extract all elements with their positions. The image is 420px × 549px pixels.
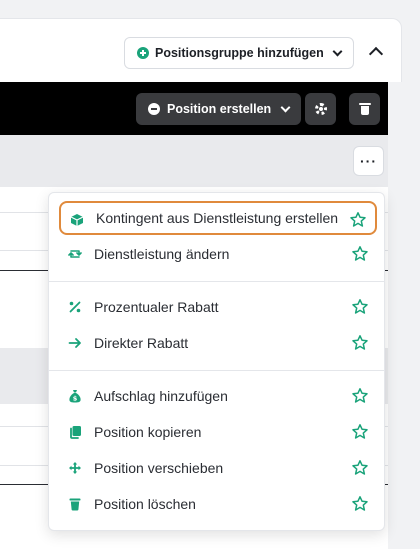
- menu-item-create-contingent[interactable]: Kontingent aus Dienstleistung erstellen: [59, 201, 377, 235]
- position-toolbar: Position erstellen: [0, 82, 388, 135]
- star-icon[interactable]: [351, 459, 369, 477]
- star-icon[interactable]: [351, 298, 369, 316]
- star-icon[interactable]: [351, 245, 369, 263]
- arrow-right-icon: [68, 338, 81, 348]
- menu-item-move-position[interactable]: Position verschieben: [59, 451, 377, 485]
- minus-circle-icon: [148, 103, 160, 115]
- star-icon[interactable]: [351, 495, 369, 513]
- star-icon[interactable]: [349, 211, 367, 229]
- trash-icon: [358, 103, 371, 115]
- menu-item-label: Kontingent aus Dienstleistung erstellen: [96, 210, 339, 226]
- chevron-up-icon: [368, 46, 384, 62]
- delete-button[interactable]: [349, 93, 380, 125]
- star-icon[interactable]: [351, 387, 369, 405]
- menu-item-direct-discount[interactable]: Direkter Rabatt: [59, 326, 377, 360]
- menu-item-delete-position[interactable]: Position löschen: [59, 487, 377, 521]
- money-bag-icon: $: [69, 390, 81, 403]
- add-position-group-label: Positionsgruppe hinzufügen: [155, 46, 324, 60]
- cube-icon: [70, 214, 84, 226]
- plus-circle-icon: [137, 47, 149, 59]
- settings-button[interactable]: [305, 93, 336, 125]
- more-options-button[interactable]: ···: [353, 146, 384, 176]
- position-group-header: Positionsgruppe hinzufügen: [0, 18, 402, 82]
- star-icon[interactable]: [351, 334, 369, 352]
- menu-item-label: Prozentualer Rabatt: [94, 299, 219, 315]
- collapse-button[interactable]: [368, 45, 386, 62]
- copy-icon: [70, 426, 81, 439]
- table-header-row: [0, 135, 388, 187]
- add-position-group-button[interactable]: Positionsgruppe hinzufügen: [124, 37, 354, 69]
- menu-item-percent-discount[interactable]: Prozentualer Rabatt: [59, 290, 377, 324]
- menu-item-change-service[interactable]: Dienstleistung ändern: [59, 237, 377, 271]
- gear-icon: [314, 103, 327, 115]
- star-icon[interactable]: [351, 423, 369, 441]
- menu-item-copy-position[interactable]: Position kopieren: [59, 415, 377, 449]
- chevron-down-icon: [332, 46, 343, 56]
- percent-icon: [69, 301, 81, 313]
- menu-item-label: Position verschieben: [94, 460, 224, 476]
- swap-arrows-icon: [68, 250, 82, 258]
- trash-icon: [69, 498, 81, 511]
- menu-item-label: Position kopieren: [94, 424, 202, 440]
- create-position-label: Position erstellen: [167, 102, 272, 116]
- menu-item-label: Direkter Rabatt: [94, 335, 189, 351]
- position-actions-menu: Kontingent aus Dienstleistung erstellen …: [48, 192, 385, 531]
- svg-text:$: $: [73, 395, 78, 403]
- menu-item-label: Aufschlag hinzufügen: [94, 388, 228, 404]
- create-position-button[interactable]: Position erstellen: [136, 93, 302, 125]
- menu-item-label: Dienstleistung ändern: [94, 246, 230, 262]
- move-icon: [69, 462, 81, 474]
- menu-item-add-surcharge[interactable]: $ Aufschlag hinzufügen: [59, 379, 377, 413]
- menu-item-label: Position löschen: [94, 496, 196, 512]
- chevron-down-icon: [280, 102, 291, 112]
